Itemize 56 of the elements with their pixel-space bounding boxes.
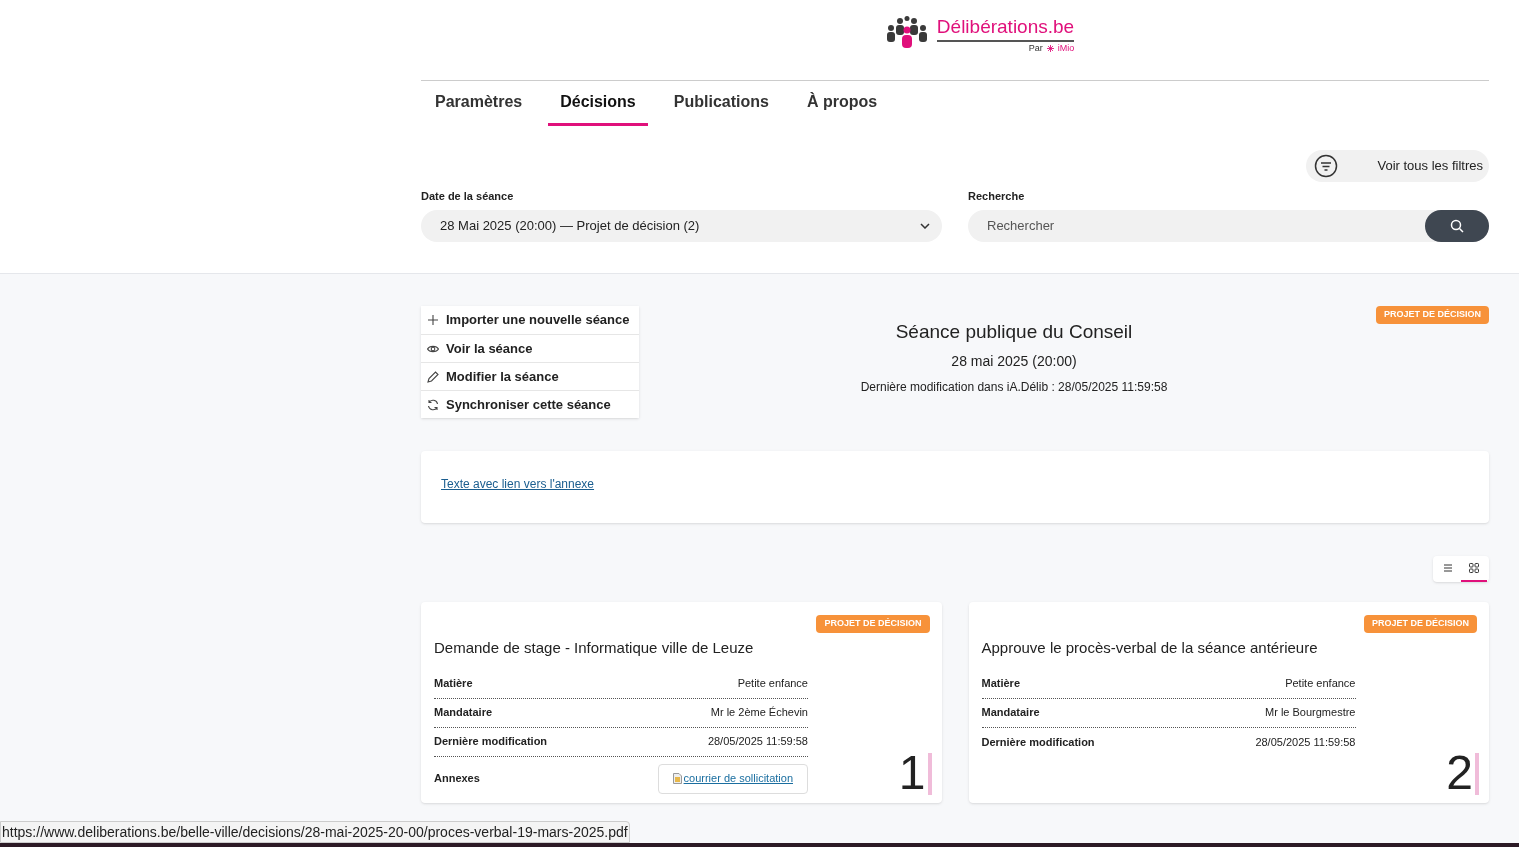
search-button[interactable]	[1425, 209, 1489, 242]
field-label: Date de la séance	[421, 189, 515, 204]
nav-tab[interactable]: Décisions	[548, 81, 648, 126]
field-label: Dernière modification	[981, 734, 1095, 750]
number-bar	[1475, 753, 1479, 795]
status-badge: PROJET DE DÉCISION	[1363, 615, 1477, 633]
pencil-icon	[427, 370, 439, 383]
field-value: 28/05/2025 11:59:58	[1255, 734, 1356, 750]
plus-icon	[427, 314, 439, 326]
card-title: Approuve le procès-verbal de la séance antérieure	[981, 638, 1319, 658]
field-label: Matière	[434, 676, 473, 692]
search-field[interactable]: Rechercher	[968, 209, 1425, 242]
search-icon	[1450, 218, 1464, 233]
status-bar-url: https://www.deliberations.be/belle-ville/decisions/28-mai-2025-20-00/proces-verbal-19-mars-2025.pdf	[2, 822, 628, 842]
list-icon	[1442, 562, 1454, 574]
number-bar	[927, 753, 932, 795]
action-item[interactable]: Synchroniser cette séance	[421, 390, 639, 418]
grid-icon	[1468, 562, 1480, 574]
annex-link[interactable]: Texte avec lien vers l'annexe	[441, 477, 595, 491]
field-value: Petite enfance	[737, 676, 808, 692]
item-number: 1	[898, 751, 926, 795]
field-label: Annexes	[434, 771, 480, 787]
session-title: Séance publique du Conseil	[895, 320, 1133, 344]
field-label: Mandataire	[981, 705, 1040, 721]
logo-name: Délibérations.be	[936, 16, 1075, 42]
field-label: Dernière modification	[434, 734, 548, 750]
action-item[interactable]: Importer une nouvelle séance	[421, 306, 639, 334]
sync-icon	[427, 398, 439, 411]
card-title: Demande de stage - Informatique ville de Leuze	[434, 638, 755, 658]
item-number: 2	[1446, 751, 1473, 795]
annex-link[interactable]: courrier de sollicitation	[657, 763, 808, 794]
field-label: Matière	[981, 676, 1021, 692]
field-value: Petite enfance	[1285, 676, 1356, 692]
spark-icon	[1046, 45, 1054, 53]
session-date: 28 mai 2025 (20:00)	[951, 351, 1077, 371]
filter-icon	[1313, 154, 1338, 178]
filters-button[interactable]: Voir tous les filtres	[1305, 150, 1489, 182]
nav-tab[interactable]: Paramètres	[423, 81, 535, 126]
logo-by-text: Par	[1028, 42, 1043, 55]
field-label: Recherche	[968, 189, 1026, 204]
field-label: Mandataire	[434, 705, 493, 721]
status-badge: PROJET DE DÉCISION	[816, 615, 930, 633]
field-value: Mr le Bourgmestre	[1265, 705, 1356, 721]
people-logo-icon	[884, 16, 929, 48]
field-value: 28/05/2025 11:59:58	[707, 734, 808, 750]
action-item[interactable]: Modifier la séance	[421, 362, 639, 390]
session-modified: Dernière modification dans iA.Délib : 28/05/2025 11:59:58	[860, 378, 1168, 396]
nav-tab[interactable]: Publications	[661, 81, 781, 126]
logo-brand: iMio	[1057, 42, 1075, 55]
document-icon	[672, 773, 682, 784]
action-item[interactable]: Voir la séance	[421, 334, 639, 362]
chevron-down-icon	[920, 222, 930, 229]
date-select[interactable]: 28 Mai 2025 (20:00) — Projet de décision (2)	[421, 209, 942, 242]
nav-tab[interactable]: À propos	[794, 81, 890, 126]
status-badge: PROJET DE DÉCISION	[1375, 306, 1489, 324]
field-value: Mr le 2ème Échevin	[710, 705, 808, 721]
